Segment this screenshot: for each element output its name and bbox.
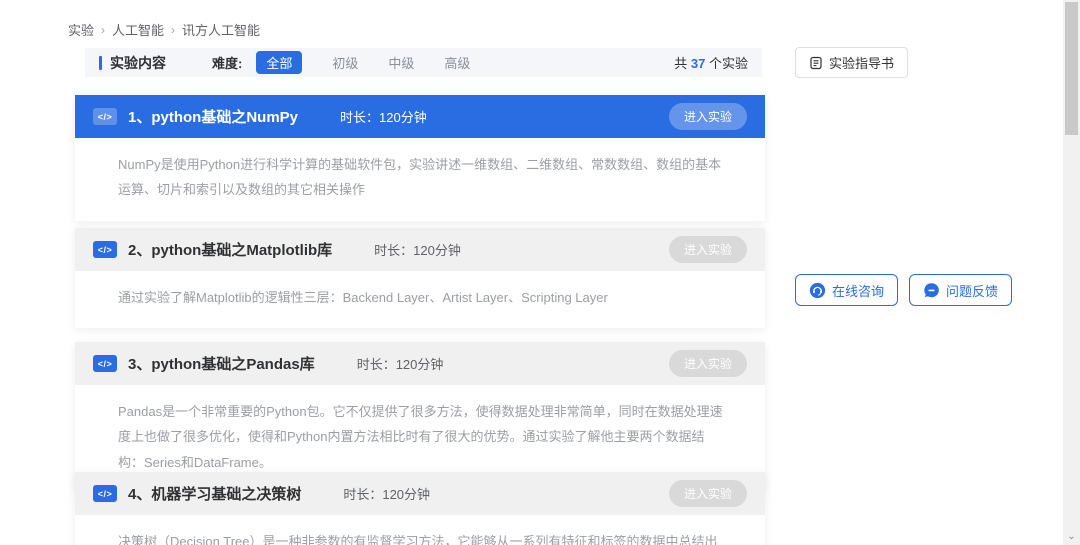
experiment-description: NumPy是使用Python进行科学计算的基础软件包，实验讲述一维数组、二维数组… bbox=[75, 138, 765, 221]
experiment-count: 共 37 个实验 bbox=[674, 53, 748, 72]
breadcrumb-item-xunfang-ai[interactable]: 讯方人工智能 bbox=[182, 20, 260, 39]
difficulty-filter-beginner[interactable]: 初级 bbox=[332, 53, 358, 72]
vertical-scrollbar[interactable]: ⌄ bbox=[1063, 0, 1080, 545]
experiment-title: 4、机器学习基础之决策树 bbox=[128, 483, 301, 504]
experiment-card-matplotlib: </> 2、python基础之Matplotlib库 时长：120分钟 进入实验… bbox=[75, 228, 765, 328]
experiment-card-header[interactable]: </> 3、python基础之Pandas库 时长：120分钟 进入实验 bbox=[75, 342, 765, 385]
breadcrumb-item-ai[interactable]: 人工智能 bbox=[112, 20, 164, 39]
code-icon: </> bbox=[93, 241, 117, 258]
count-prefix: 共 bbox=[674, 56, 687, 71]
experiment-duration: 时长：120分钟 bbox=[343, 484, 430, 503]
experiment-card-header[interactable]: </> 2、python基础之Matplotlib库 时长：120分钟 进入实验 bbox=[75, 228, 765, 271]
code-icon: </> bbox=[93, 355, 117, 372]
experiment-card-pandas: </> 3、python基础之Pandas库 时长：120分钟 进入实验 Pan… bbox=[75, 342, 765, 493]
enter-experiment-button[interactable]: 进入实验 bbox=[669, 350, 747, 377]
difficulty-label: 难度: bbox=[212, 53, 242, 72]
section-title: 实验内容 bbox=[110, 53, 166, 73]
code-icon: </> bbox=[93, 108, 117, 125]
experiment-card-numpy: </> 1、python基础之NumPy 时长：120分钟 进入实验 NumPy… bbox=[75, 95, 765, 221]
enter-experiment-button[interactable]: 进入实验 bbox=[669, 103, 747, 130]
count-suffix: 个实验 bbox=[709, 56, 748, 71]
experiment-description: 通过实验了解Matplotlib的逻辑性三层：Backend Layer、Art… bbox=[75, 271, 765, 328]
experiment-duration: 时长：120分钟 bbox=[340, 107, 427, 126]
experiment-duration: 时长：120分钟 bbox=[374, 240, 461, 259]
code-icon: </> bbox=[93, 485, 117, 502]
experiment-card-decision-tree: </> 4、机器学习基础之决策树 时长：120分钟 进入实验 决策树（Decis… bbox=[75, 472, 765, 545]
enter-experiment-button[interactable]: 进入实验 bbox=[669, 236, 747, 263]
section-accent-bar bbox=[99, 56, 102, 70]
breadcrumb-item-experiments[interactable]: 实验 bbox=[68, 20, 94, 39]
experiment-title: 2、python基础之Matplotlib库 bbox=[128, 239, 332, 260]
scrollbar-thumb[interactable] bbox=[1065, 2, 1078, 135]
experiment-duration: 时长：120分钟 bbox=[357, 354, 444, 373]
scrollbar-down-arrow[interactable]: ⌄ bbox=[1063, 532, 1080, 542]
difficulty-filter-intermediate[interactable]: 中级 bbox=[388, 53, 414, 72]
document-icon bbox=[809, 56, 823, 70]
experiment-card-header[interactable]: </> 1、python基础之NumPy 时长：120分钟 进入实验 bbox=[75, 95, 765, 138]
count-value: 37 bbox=[691, 56, 705, 71]
difficulty-filter-advanced[interactable]: 高级 bbox=[444, 53, 470, 72]
online-consult-label: 在线咨询 bbox=[832, 281, 884, 300]
breadcrumb: 实验 › 人工智能 › 讯方人工智能 bbox=[68, 20, 260, 39]
breadcrumb-separator: › bbox=[101, 23, 105, 37]
chat-bubble-icon bbox=[923, 282, 940, 299]
experiment-card-header[interactable]: </> 4、机器学习基础之决策树 时长：120分钟 进入实验 bbox=[75, 472, 765, 515]
feedback-label: 问题反馈 bbox=[946, 281, 998, 300]
feedback-button[interactable]: 问题反馈 bbox=[909, 274, 1012, 306]
floating-actions: 在线咨询 问题反馈 bbox=[795, 274, 1012, 306]
experiment-title: 1、python基础之NumPy bbox=[128, 106, 298, 127]
experiment-guide-label: 实验指导书 bbox=[829, 53, 894, 72]
customer-service-icon bbox=[809, 282, 826, 299]
experiment-title: 3、python基础之Pandas库 bbox=[128, 353, 315, 374]
experiment-list-page: 实验 › 人工智能 › 讯方人工智能 实验内容 难度: 全部 初级 中级 高级 … bbox=[0, 0, 1080, 545]
enter-experiment-button[interactable]: 进入实验 bbox=[669, 480, 747, 507]
online-consult-button[interactable]: 在线咨询 bbox=[795, 274, 898, 306]
difficulty-filter-all[interactable]: 全部 bbox=[256, 51, 302, 74]
breadcrumb-separator: › bbox=[171, 23, 175, 37]
experiment-guide-button[interactable]: 实验指导书 bbox=[795, 47, 908, 78]
experiment-description: 决策树（Decision Tree）是一种非参数的有监督学习方法，它能够从一系列… bbox=[75, 515, 765, 545]
experiment-toolbar: 实验内容 难度: 全部 初级 中级 高级 共 37 个实验 bbox=[85, 48, 762, 77]
